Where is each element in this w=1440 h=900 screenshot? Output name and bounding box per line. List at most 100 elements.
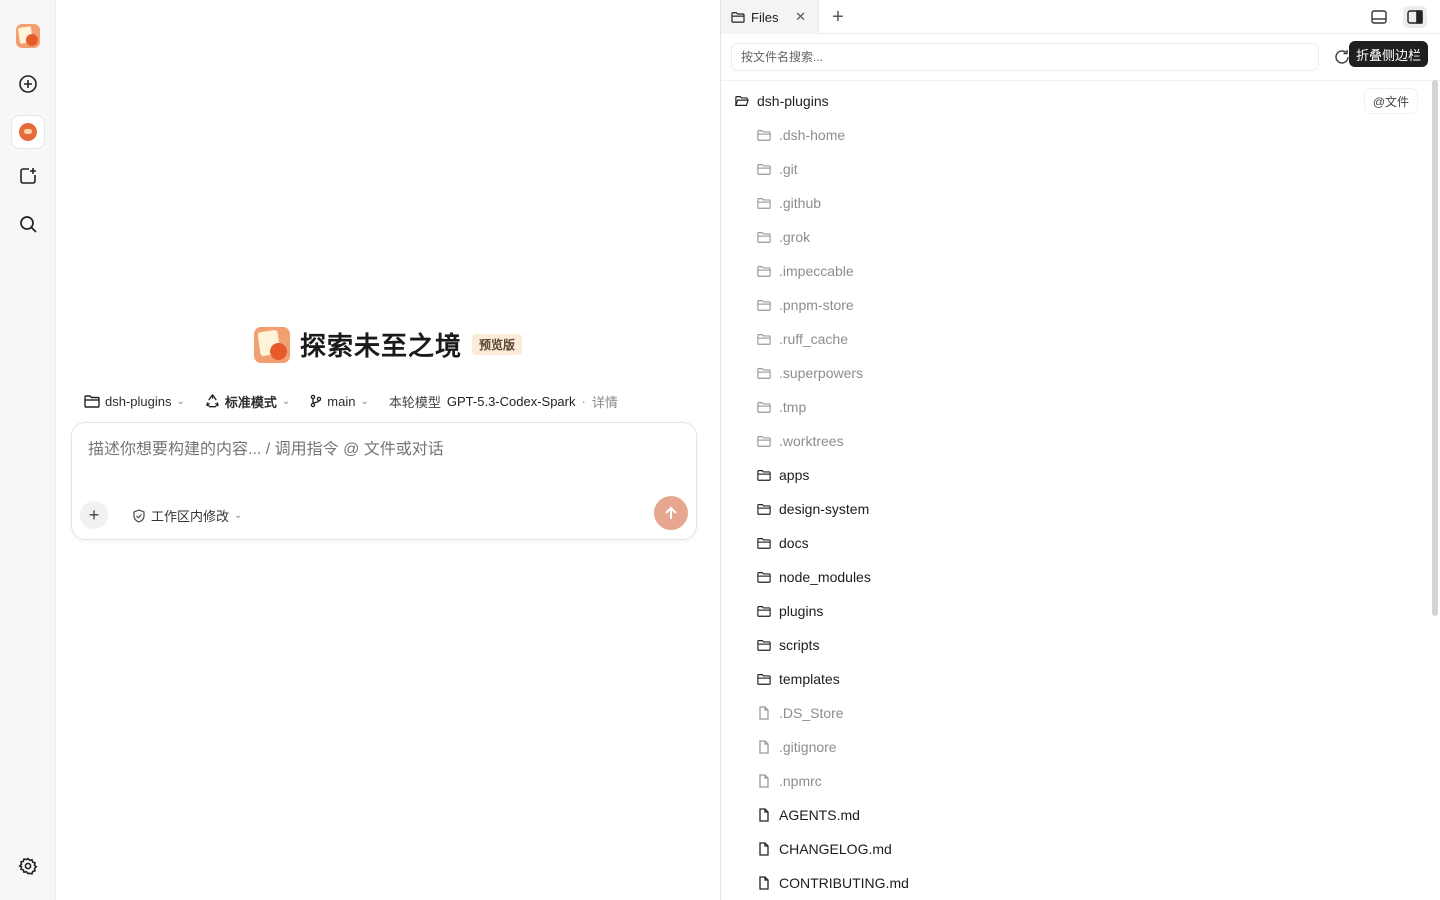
tree-item-label: plugins xyxy=(779,603,824,619)
add-attachment-button[interactable]: + xyxy=(80,501,108,529)
tree-file-item[interactable]: CHANGELOG.md xyxy=(721,832,1431,866)
tree-item-label: docs xyxy=(779,535,809,551)
project-name: dsh-plugins xyxy=(105,393,172,409)
branch-selector[interactable]: main ⌄ xyxy=(310,394,369,409)
file-icon xyxy=(759,808,769,822)
tree-folder-item[interactable]: apps xyxy=(721,458,1431,492)
preview-badge: 预览版 xyxy=(472,334,523,355)
tree-folder-item[interactable]: plugins xyxy=(721,594,1431,628)
tree-file-item[interactable]: CONTRIBUTING.md xyxy=(721,866,1431,900)
bottom-panel-toggle-icon[interactable] xyxy=(1367,6,1391,28)
new-chat-icon[interactable] xyxy=(12,68,44,100)
tree-file-item[interactable]: AGENTS.md xyxy=(721,798,1431,832)
folder-icon xyxy=(757,640,771,651)
folder-icon xyxy=(757,504,771,515)
hero: 探索未至之境 预览版 xyxy=(56,326,720,363)
tree-item-label: design-system xyxy=(779,501,870,517)
tree-folder-item[interactable]: templates xyxy=(721,662,1431,696)
tree-item-label: .worktrees xyxy=(779,433,844,449)
tree-item-label: .tmp xyxy=(779,399,807,415)
folder-icon xyxy=(757,266,771,277)
tree-item-label: .gitignore xyxy=(779,739,837,755)
page-title: 探索未至之境 xyxy=(299,331,462,361)
folder-icon xyxy=(757,300,771,311)
app-logo-icon[interactable] xyxy=(12,20,44,52)
file-icon xyxy=(759,706,769,720)
tree-item-label: templates xyxy=(779,671,840,687)
tree-item-label: .github xyxy=(779,195,822,211)
folder-icon xyxy=(757,572,771,583)
branch-name: main xyxy=(327,393,356,409)
context-bar: dsh-plugins ⌄ 标准模式 ⌄ main ⌄ 本轮模型 GPT-5.3… xyxy=(84,391,618,411)
folder-icon xyxy=(757,606,771,617)
arrow-up-icon xyxy=(665,506,677,519)
tree-file-item[interactable]: .npmrc xyxy=(721,764,1431,798)
tree-folder-item[interactable]: .superpowers xyxy=(721,356,1431,390)
folder-icon xyxy=(757,334,771,345)
mention-file-button[interactable]: @文件 xyxy=(1364,89,1417,113)
tree-folder-item[interactable]: .worktrees xyxy=(721,424,1431,458)
tree-item-label: CHANGELOG.md xyxy=(779,841,892,857)
file-search-input[interactable] xyxy=(731,43,1319,71)
tree-item-label: .grok xyxy=(779,229,811,245)
tree-folder-item[interactable]: .git xyxy=(721,152,1431,186)
tab-bar: Files ✕ + xyxy=(721,0,1440,34)
tree-folder-item[interactable]: .grok xyxy=(721,220,1431,254)
prompt-input[interactable] xyxy=(88,441,648,459)
tree-folder-item[interactable]: docs xyxy=(721,526,1431,560)
tree-item-label: scripts xyxy=(779,637,820,653)
tree-file-item[interactable]: .gitignore xyxy=(721,730,1431,764)
tree-item-label: .ruff_cache xyxy=(779,331,849,347)
model-name: GPT-5.3-Codex-Spark xyxy=(446,393,576,409)
tree-folder-item[interactable]: .tmp xyxy=(721,390,1431,424)
project-selector[interactable]: dsh-plugins ⌄ xyxy=(84,394,185,409)
mode-label: 标准模式 xyxy=(224,394,277,410)
tree-root[interactable]: dsh-plugins @文件 xyxy=(721,84,1431,118)
folder-icon xyxy=(731,12,745,23)
tree-item-label: .dsh-home xyxy=(779,127,846,143)
tree-folder-item[interactable]: design-system xyxy=(721,492,1431,526)
new-project-icon[interactable] xyxy=(12,160,44,192)
folder-icon xyxy=(757,470,771,481)
tree-folder-item[interactable]: .dsh-home xyxy=(721,118,1431,152)
scope-selector[interactable]: 工作区内修改 ⌄ xyxy=(132,506,242,525)
tab-label: Files xyxy=(751,9,779,25)
left-rail xyxy=(0,0,56,900)
branch-icon xyxy=(311,394,322,408)
detail-link[interactable]: 详情 xyxy=(592,392,618,411)
chevron-down-icon: ⌄ xyxy=(360,395,369,407)
files-panel: Files ✕ + 折叠侧边栏 dsh-plugins @文件 .dsh-hom… xyxy=(720,0,1440,900)
tree-folder-item[interactable]: .pnpm-store xyxy=(721,288,1431,322)
tree-file-item[interactable]: .DS_Store xyxy=(721,696,1431,730)
file-icon xyxy=(759,740,769,754)
tree-item-label: .pnpm-store xyxy=(779,297,854,313)
send-button[interactable] xyxy=(654,496,688,530)
tree-folder-item[interactable]: scripts xyxy=(721,628,1431,662)
gear-icon[interactable] xyxy=(12,850,44,882)
tree-folder-item[interactable]: .impeccable xyxy=(721,254,1431,288)
tree-item-label: apps xyxy=(779,467,810,483)
file-icon xyxy=(759,842,769,856)
tree-item-label: .impeccable xyxy=(779,263,854,279)
file-tree: dsh-plugins @文件 .dsh-home .git .github .gro… xyxy=(721,84,1431,900)
close-icon[interactable]: ✕ xyxy=(795,9,806,25)
tree-folder-item[interactable]: node_modules xyxy=(721,560,1431,594)
folder-icon xyxy=(757,198,771,209)
folder-icon xyxy=(757,130,771,141)
avatar-icon[interactable] xyxy=(12,116,44,148)
tree-folder-item[interactable]: .ruff_cache xyxy=(721,322,1431,356)
shield-icon xyxy=(133,508,145,523)
folder-icon xyxy=(757,232,771,243)
mode-selector[interactable]: 标准模式 ⌄ xyxy=(205,392,290,411)
tree-folder-item[interactable]: .github xyxy=(721,186,1431,220)
add-tab-button[interactable]: + xyxy=(827,6,849,28)
tree-item-label: .git xyxy=(779,161,798,177)
search-icon[interactable] xyxy=(12,208,44,240)
sidebar-toggle-icon[interactable] xyxy=(1403,6,1427,28)
folder-icon xyxy=(757,674,771,685)
scrollbar[interactable] xyxy=(1432,80,1438,616)
file-icon xyxy=(759,876,769,890)
folder-open-icon xyxy=(735,96,749,106)
tab-files[interactable]: Files ✕ xyxy=(721,0,819,34)
tree-item-label: .npmrc xyxy=(779,773,822,789)
